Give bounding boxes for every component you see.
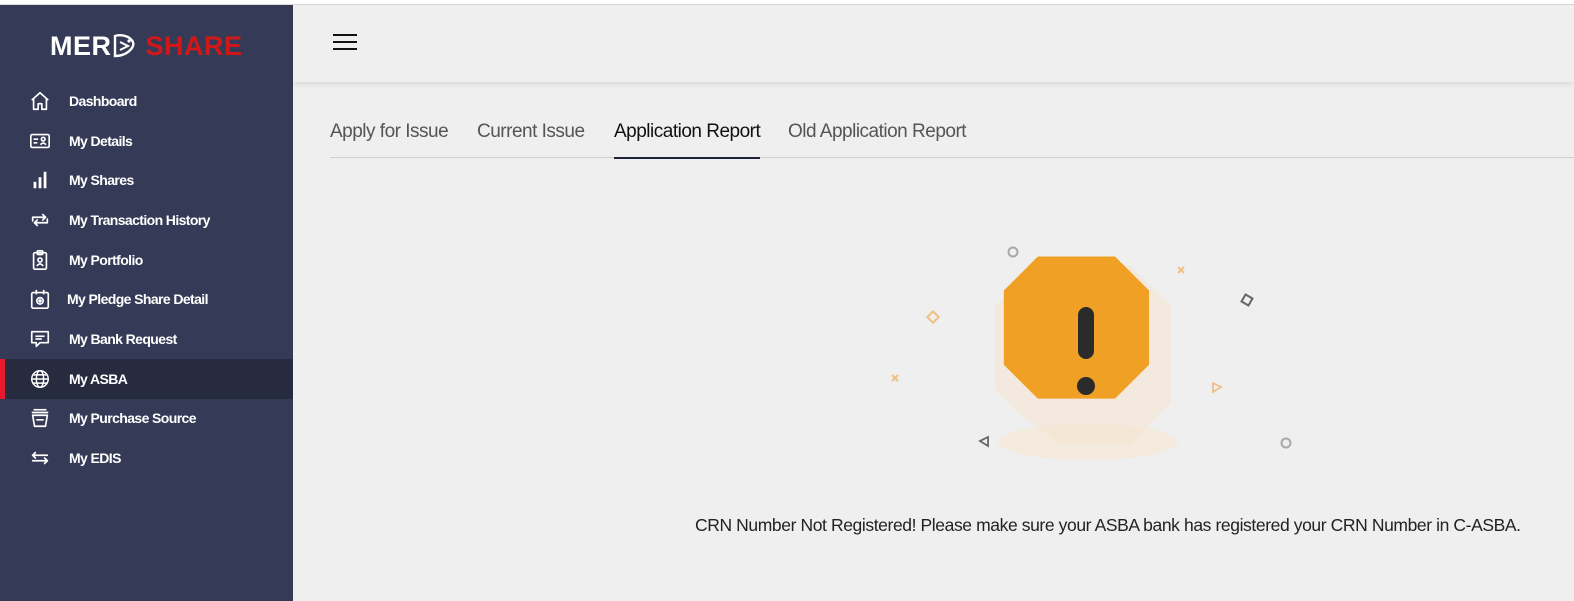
main-content: Apply for Issue Current Issue Applicatio…: [293, 82, 1574, 601]
sidebar-item-label: My Details: [69, 132, 133, 149]
tab-old-application-report[interactable]: Old Application Report: [788, 118, 967, 158]
warning-octagon-icon: [891, 246, 1292, 460]
basket-icon: [29, 407, 51, 429]
sidebar-item-label: My Portfolio: [69, 251, 143, 268]
sidebar-nav: Dashboard My Details My Shares My Transa…: [0, 81, 293, 478]
swap-icon: [29, 209, 51, 231]
brand-mascot-icon: [113, 34, 135, 58]
sidebar-item-label: My Transaction History: [69, 211, 210, 228]
issue-tabs: Apply for Issue Current Issue Applicatio…: [330, 118, 1574, 159]
home-icon: [29, 90, 51, 112]
sidebar-item-my-edis[interactable]: My EDIS: [0, 438, 293, 478]
sidebar-item-my-portfolio[interactable]: My Portfolio: [0, 240, 293, 280]
sidebar-item-dashboard[interactable]: Dashboard: [0, 81, 293, 121]
tab-apply-for-issue[interactable]: Apply for Issue: [330, 118, 449, 158]
sidebar-item-label: My ASBA: [69, 370, 128, 387]
sidebar: MER SHARE Dashboard My Details My Shares: [0, 5, 293, 601]
calendar-badge-icon: [29, 288, 51, 310]
id-card-icon: [29, 130, 51, 152]
sidebar-item-label: Dashboard: [69, 92, 137, 109]
sidebar-item-my-asba[interactable]: My ASBA: [0, 358, 293, 399]
clipboard-user-icon: [29, 249, 51, 271]
sidebar-item-my-shares[interactable]: My Shares: [0, 160, 293, 200]
sidebar-item-my-bank-request[interactable]: My Bank Request: [0, 319, 293, 359]
sidebar-item-my-pledge-share-detail[interactable]: My Pledge Share Detail: [0, 279, 293, 319]
bar-chart-icon: [29, 169, 51, 191]
sidebar-item-label: My Bank Request: [69, 330, 177, 347]
sidebar-item-my-purchase-source[interactable]: My Purchase Source: [0, 399, 293, 439]
globe-icon: [29, 368, 51, 390]
crn-warning-message: CRN Number Not Registered! Please make s…: [695, 515, 1521, 535]
sidebar-item-label: My EDIS: [69, 450, 121, 467]
top-header: [293, 5, 1574, 82]
sidebar-item-label: My Shares: [69, 172, 134, 189]
sidebar-item-my-details[interactable]: My Details: [0, 121, 293, 161]
brand-part2: SHARE: [145, 30, 243, 61]
tab-application-report[interactable]: Application Report: [614, 118, 761, 159]
sidebar-item-my-transaction-history[interactable]: My Transaction History: [0, 200, 293, 240]
exchange-arrows-icon: [29, 447, 51, 469]
sidebar-item-label: My Pledge Share Detail: [67, 291, 208, 308]
hamburger-icon[interactable]: [333, 34, 357, 52]
sidebar-item-label: My Purchase Source: [69, 410, 197, 427]
brand-part1: MER: [50, 30, 112, 61]
warning-illustration: [883, 237, 1303, 477]
tab-current-issue[interactable]: Current Issue: [477, 118, 585, 158]
brand-logo[interactable]: MER SHARE: [50, 31, 243, 61]
message-icon: [29, 328, 51, 350]
